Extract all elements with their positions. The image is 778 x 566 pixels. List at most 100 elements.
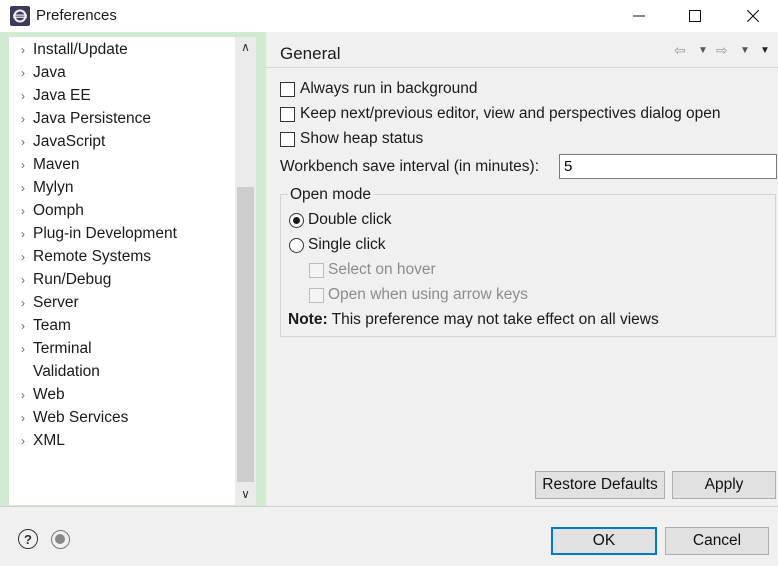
tree-item[interactable]: › Server <box>9 291 234 314</box>
save-interval-label: Workbench save interval (in minutes): <box>280 158 540 175</box>
note-text: Note: This preference may not take effec… <box>288 311 659 329</box>
expand-chevron-icon[interactable]: › <box>9 388 31 402</box>
tree-item[interactable]: › Web Services <box>9 406 234 429</box>
tree-item[interactable]: › Java Persistence <box>9 107 234 130</box>
tree-item-label: Java EE <box>33 86 91 104</box>
tree-item-label: Maven <box>33 155 80 173</box>
tree-item[interactable]: › XML <box>9 429 234 452</box>
save-interval-input[interactable] <box>559 154 777 179</box>
tree-item-label: Java Persistence <box>33 109 152 127</box>
show-heap-status-label: Show heap status <box>300 130 424 147</box>
select-on-hover-label: Select on hover <box>328 261 436 278</box>
tree-item[interactable]: › Web <box>9 383 234 406</box>
tree-item-label: Plug-in Development <box>33 224 177 242</box>
expand-chevron-icon[interactable]: › <box>9 66 31 80</box>
cancel-button[interactable]: Cancel <box>665 527 769 555</box>
help-icon[interactable]: ? <box>18 529 38 549</box>
tree-item[interactable]: › Plug-in Development <box>9 222 234 245</box>
tree-item[interactable]: › Maven <box>9 153 234 176</box>
double-click-label: Double click <box>308 211 392 228</box>
minimize-icon <box>633 15 645 17</box>
preference-tree: › Install/Update › Java › Java EE › Java Persis… <box>9 37 256 505</box>
tree-item-label: Team <box>33 316 71 334</box>
expand-chevron-icon[interactable]: › <box>9 296 31 310</box>
single-click-radio[interactable] <box>289 238 304 253</box>
back-arrow-icon[interactable]: ⇦ <box>674 42 686 59</box>
preference-page: General ⇦ ▼ ⇨ ▼ ▼ Always run in backgrou… <box>266 32 778 506</box>
expand-chevron-icon[interactable]: › <box>9 43 31 57</box>
tree-item-label: Validation <box>33 362 100 380</box>
scroll-thumb[interactable] <box>237 187 254 482</box>
tree-item-label: Mylyn <box>33 178 74 196</box>
minimize-button[interactable] <box>616 0 662 32</box>
expand-chevron-icon[interactable]: › <box>9 112 31 126</box>
keep-editor-dialog-label: Keep next/previous editor, view and pers… <box>300 105 721 122</box>
tree-item-label: XML <box>33 431 65 449</box>
double-click-radio[interactable] <box>289 213 304 228</box>
tree-item[interactable]: › Team <box>9 314 234 337</box>
single-click-label: Single click <box>308 236 386 253</box>
expand-chevron-icon[interactable]: › <box>9 204 31 218</box>
tree-item-label: Install/Update <box>33 40 128 58</box>
tree-item[interactable]: Validation <box>9 360 234 383</box>
tree-item-label: JavaScript <box>33 132 106 150</box>
view-menu-icon[interactable]: ▼ <box>760 45 770 56</box>
page-title: General <box>280 44 341 63</box>
open-mode-title: Open mode <box>288 186 373 204</box>
expand-chevron-icon[interactable]: › <box>9 181 31 195</box>
tree-item-label: Oomph <box>33 201 84 219</box>
scroll-up-arrow-icon[interactable]: ∧ <box>235 37 256 57</box>
tree-item[interactable]: › Oomph <box>9 199 234 222</box>
forward-arrow-icon[interactable]: ⇨ <box>716 42 728 59</box>
expand-chevron-icon[interactable]: › <box>9 273 31 287</box>
back-dropdown-icon[interactable]: ▼ <box>698 45 708 56</box>
tree-scrollbar[interactable]: ∧ ∨ <box>235 37 256 505</box>
always-run-background-label: Always run in background <box>300 80 478 97</box>
tree-item-label: Run/Debug <box>33 270 112 288</box>
open-arrow-keys-label: Open when using arrow keys <box>328 286 528 303</box>
tree-item[interactable]: › Install/Update <box>9 38 234 61</box>
close-button[interactable] <box>730 0 776 32</box>
open-arrow-keys-checkbox <box>309 288 324 303</box>
close-icon <box>747 10 759 22</box>
apply-button[interactable]: Apply <box>672 471 776 499</box>
restore-defaults-button[interactable]: Restore Defaults <box>535 471 665 499</box>
ok-button[interactable]: OK <box>551 527 657 555</box>
keep-editor-dialog-checkbox[interactable] <box>280 107 295 122</box>
record-macro-icon[interactable] <box>51 530 70 549</box>
maximize-button[interactable] <box>672 0 718 32</box>
select-on-hover-checkbox <box>309 263 324 278</box>
expand-chevron-icon[interactable]: › <box>9 342 31 356</box>
forward-dropdown-icon[interactable]: ▼ <box>740 45 750 56</box>
expand-chevron-icon[interactable]: › <box>9 135 31 149</box>
tree-item[interactable]: › Java EE <box>9 84 234 107</box>
note-label: Note: <box>288 311 328 328</box>
expand-chevron-icon[interactable]: › <box>9 434 31 448</box>
eclipse-app-icon <box>10 6 30 26</box>
expand-chevron-icon[interactable]: › <box>9 89 31 103</box>
tree-item[interactable]: › JavaScript <box>9 130 234 153</box>
tree-item[interactable]: › Java <box>9 61 234 84</box>
show-heap-status-checkbox[interactable] <box>280 132 295 147</box>
tree-item-label: Remote Systems <box>33 247 152 265</box>
expand-chevron-icon[interactable]: › <box>9 319 31 333</box>
window-title: Preferences <box>36 7 117 24</box>
tree-item[interactable]: › Terminal <box>9 337 234 360</box>
expand-chevron-icon[interactable]: › <box>9 411 31 425</box>
scroll-down-arrow-icon[interactable]: ∨ <box>235 484 256 504</box>
tree-item-label: Java <box>33 63 66 81</box>
tree-item-label: Web <box>33 385 65 403</box>
tree-item[interactable]: › Run/Debug <box>9 268 234 291</box>
tree-item[interactable]: › Remote Systems <box>9 245 234 268</box>
tree-item-label: Terminal <box>33 339 92 357</box>
tree-item-label: Server <box>33 293 79 311</box>
tree-item[interactable]: › Mylyn <box>9 176 234 199</box>
expand-chevron-icon[interactable]: › <box>9 250 31 264</box>
page-header: General ⇦ ▼ ⇨ ▼ ▼ <box>266 32 778 68</box>
expand-chevron-icon[interactable]: › <box>9 158 31 172</box>
expand-chevron-icon[interactable]: › <box>9 227 31 241</box>
title-bar: Preferences <box>0 0 778 32</box>
always-run-background-checkbox[interactable] <box>280 82 295 97</box>
note-body: This preference may not take effect on a… <box>327 311 659 328</box>
maximize-icon <box>689 10 701 22</box>
